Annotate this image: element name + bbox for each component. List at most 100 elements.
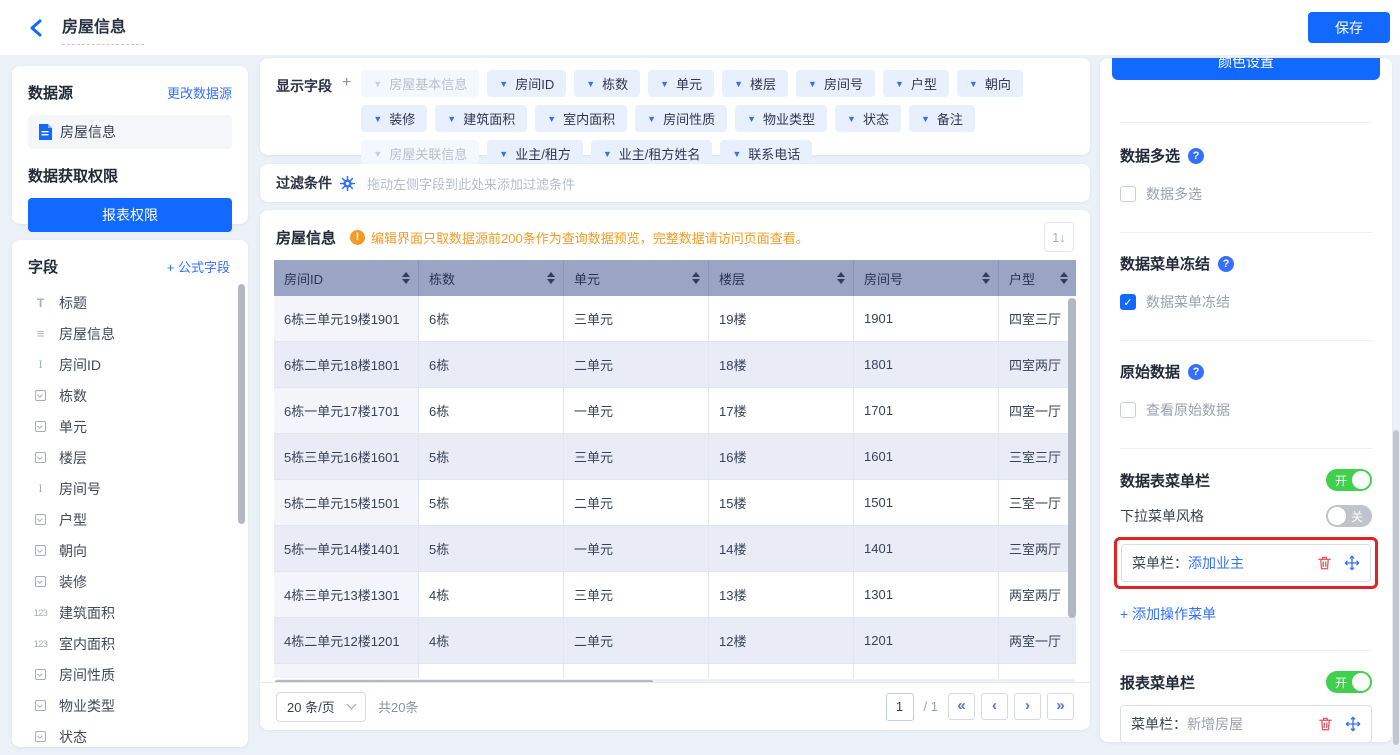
field-item[interactable]: 户型 — [28, 504, 238, 535]
field-item[interactable]: 房间性质 — [28, 659, 238, 690]
field-item[interactable]: 栋数 — [28, 380, 238, 411]
display-field-chip[interactable]: ▼联系电话 — [720, 140, 812, 167]
table-cell: 4栋一单元11楼1101 — [274, 664, 419, 678]
back-icon[interactable] — [28, 19, 44, 37]
sort-carets-icon[interactable] — [547, 272, 555, 284]
field-item[interactable]: 123室内面积 — [28, 628, 238, 659]
display-field-chip[interactable]: ▼户型 — [883, 70, 949, 97]
sort-carets-icon[interactable] — [837, 272, 845, 284]
display-field-chip[interactable]: ▼室内面积 — [535, 105, 627, 132]
display-field-chip[interactable]: ▼楼层 — [722, 70, 788, 97]
display-field-chip[interactable]: ▼房屋基本信息 — [361, 70, 479, 97]
field-item[interactable]: 楼层 — [28, 442, 238, 473]
field-item[interactable]: I房间号 — [28, 473, 238, 504]
column-header[interactable]: 楼层 — [709, 260, 854, 296]
chevron-down-icon: ▼ — [895, 79, 904, 89]
dropdown-style-toggle-off[interactable]: 关 — [1326, 505, 1372, 527]
delete-icon[interactable] — [1318, 716, 1333, 732]
sort-carets-icon[interactable] — [692, 272, 700, 284]
table-row[interactable]: 6栋三单元19楼19016栋三单元19楼1901四室三厅 — [274, 296, 1076, 342]
display-field-chip[interactable]: ▼房屋关联信息 — [361, 140, 479, 167]
prev-page-button[interactable]: ‹ — [981, 693, 1008, 720]
field-item[interactable]: 状态 — [28, 721, 238, 747]
field-item[interactable]: T标题 — [28, 287, 238, 318]
checkbox-checked[interactable]: ✓ — [1120, 294, 1136, 310]
table-row[interactable]: 4栋三单元13楼13014栋三单元13楼1301两室两厅 — [274, 572, 1076, 618]
table-row[interactable]: 6栋一单元17楼17016栋一单元17楼1701四室一厅 — [274, 388, 1076, 434]
table-row[interactable]: 4栋二单元12楼12014栋二单元12楼1201两室一厅 — [274, 618, 1076, 664]
display-field-chip[interactable]: ▼栋数 — [574, 70, 640, 97]
display-field-chip[interactable]: ▼装修 — [361, 105, 427, 132]
table-row[interactable]: 6栋二单元18楼18016栋二单元18楼1801四室两厅 — [274, 342, 1076, 388]
color-settings-button[interactable]: 颜色设置 — [1112, 58, 1380, 80]
field-item[interactable]: I房间ID — [28, 349, 238, 380]
report-menu-toggle-on[interactable]: 开 — [1326, 671, 1372, 693]
field-item[interactable]: 装修 — [28, 566, 238, 597]
delete-icon[interactable] — [1317, 555, 1332, 571]
menu-item-value[interactable]: 新增房屋 — [1187, 714, 1243, 734]
display-field-chip[interactable]: ▼业主/租方姓名 — [591, 140, 713, 167]
table-vertical-scrollbar[interactable] — [1068, 298, 1076, 618]
filter-dropzone-placeholder[interactable]: 拖动左侧字段到此处来添加过滤条件 — [367, 174, 575, 193]
save-button[interactable]: 保存 — [1308, 12, 1390, 43]
next-page-button[interactable]: › — [1014, 693, 1041, 720]
field-item[interactable]: 物业类型 — [28, 690, 238, 721]
field-item[interactable]: 朝向 — [28, 535, 238, 566]
add-action-menu-link[interactable]: + 添加操作菜单 — [1120, 604, 1216, 624]
help-icon[interactable]: ? — [1188, 148, 1204, 164]
datasource-item[interactable]: 房屋信息 — [28, 115, 232, 149]
multi-select-checkbox-row[interactable]: 数据多选 — [1120, 184, 1372, 204]
table-cell: 四室两厅 — [999, 342, 1076, 387]
report-menu-item[interactable]: 菜单栏： 新增房屋 — [1120, 705, 1372, 742]
table-row[interactable]: 4栋一单元11楼11014栋一单元11楼1101一室一厅 — [274, 664, 1076, 678]
table-menu-item[interactable]: 菜单栏： 添加业主 — [1121, 544, 1371, 582]
sort-carets-icon[interactable] — [1060, 272, 1068, 284]
table-menu-toggle-on[interactable]: 开 — [1326, 469, 1372, 491]
table-row[interactable]: 5栋二单元15楼15015栋二单元15楼1501三室一厅 — [274, 480, 1076, 526]
add-display-field-icon[interactable]: + — [342, 74, 351, 143]
move-icon[interactable] — [1345, 716, 1361, 732]
raw-data-checkbox-row[interactable]: 查看原始数据 — [1120, 400, 1372, 420]
checkbox-unchecked[interactable] — [1120, 186, 1136, 202]
field-item[interactable]: 123建筑面积 — [28, 597, 238, 628]
display-field-chip[interactable]: ▼单元 — [648, 70, 714, 97]
display-field-chip[interactable]: ▼建筑面积 — [435, 105, 527, 132]
gear-icon[interactable] — [340, 176, 355, 191]
table-row[interactable]: 5栋三单元16楼16015栋三单元16楼1601三室三厅 — [274, 434, 1076, 480]
fields-scrollbar[interactable] — [238, 284, 245, 524]
menu-freeze-checkbox-row[interactable]: ✓ 数据菜单冻结 — [1120, 292, 1372, 312]
change-datasource-link[interactable]: 更改数据源 — [167, 83, 232, 102]
display-field-chip[interactable]: ▼业主/租方 — [487, 140, 583, 167]
help-icon[interactable]: ? — [1218, 256, 1234, 272]
window-scrollbar[interactable] — [1393, 430, 1399, 745]
column-header[interactable]: 单元 — [564, 260, 709, 296]
column-header[interactable]: 户型 — [999, 260, 1076, 296]
display-field-chip[interactable]: ▼房间性质 — [635, 105, 727, 132]
menu-item-value[interactable]: 添加业主 — [1188, 553, 1244, 573]
sort-carets-icon[interactable] — [982, 272, 990, 284]
help-icon[interactable]: ? — [1188, 364, 1204, 380]
field-item[interactable]: ≡房屋信息 — [28, 318, 238, 349]
checkbox-unchecked[interactable] — [1120, 402, 1136, 418]
table-cell: 6栋三单元19楼1901 — [274, 296, 419, 341]
last-page-button[interactable]: » — [1047, 693, 1074, 720]
table-row[interactable]: 5栋一单元14楼14015栋一单元14楼1401三室两厅 — [274, 526, 1076, 572]
display-field-chip[interactable]: ▼朝向 — [957, 70, 1023, 97]
sort-order-icon[interactable]: 1↓ — [1044, 222, 1074, 252]
column-header[interactable]: 房间号 — [854, 260, 999, 296]
report-permission-button[interactable]: 报表权限 — [28, 198, 232, 232]
first-page-button[interactable]: « — [948, 693, 975, 720]
column-header[interactable]: 房间ID — [274, 260, 419, 296]
display-field-chip[interactable]: ▼备注 — [909, 105, 975, 132]
column-header[interactable]: 栋数 — [419, 260, 564, 296]
display-field-chip[interactable]: ▼房间ID — [487, 70, 566, 97]
display-field-chip[interactable]: ▼状态 — [835, 105, 901, 132]
field-item[interactable]: 单元 — [28, 411, 238, 442]
display-field-chip[interactable]: ▼物业类型 — [735, 105, 827, 132]
display-field-chip[interactable]: ▼房间号 — [796, 70, 875, 97]
add-formula-field-link[interactable]: + 公式字段 — [167, 257, 230, 276]
current-page-box[interactable]: 1 — [886, 693, 914, 721]
page-size-select[interactable]: 20 条/页 — [276, 692, 366, 722]
move-icon[interactable] — [1344, 555, 1360, 571]
sort-carets-icon[interactable] — [402, 272, 410, 284]
